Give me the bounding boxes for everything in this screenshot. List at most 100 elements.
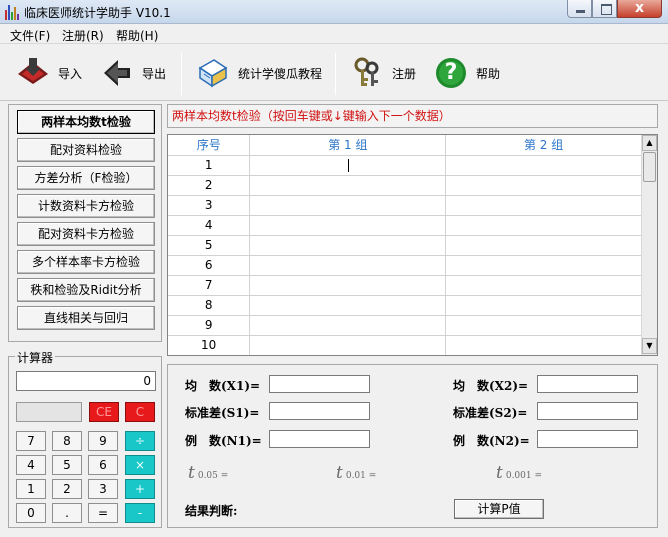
table-row: 5 [168,235,642,256]
calc-key-3[interactable]: 3 [88,479,118,499]
text-caret [348,159,350,172]
column-header-group2: 第 2 组 [445,135,642,156]
sd2-label: 标准差(S2)= [453,406,528,420]
nav-count-chi-square[interactable]: 计数资料卡方检验 [17,194,155,218]
table-row: 6 [168,255,642,276]
help-icon: ? [434,56,468,90]
mean1-field[interactable] [269,375,370,393]
group2-cell[interactable] [445,255,642,276]
calc-dot-button[interactable]: . [52,503,82,523]
tutorial-button[interactable]: 统计学傻瓜教程 [196,55,322,91]
menu-file[interactable]: 文件(F) [10,27,50,44]
title-bar: 临床医师统计学助手 V10.1 x [0,0,668,24]
group1-cell[interactable] [249,195,447,216]
n1-field[interactable] [269,430,370,448]
import-label: 导入 [58,66,83,81]
group2-cell[interactable] [445,175,642,196]
nav-anova[interactable]: 方差分析（F检验） [17,166,155,190]
book-icon [196,56,230,90]
group2-cell[interactable] [445,195,642,216]
scroll-thumb[interactable] [643,152,656,182]
mean2-label: 均 数(X2)= [453,379,529,393]
group1-cell[interactable] [249,175,447,196]
nav-two-sample-t-test[interactable]: 两样本均数t检验 [17,110,155,134]
grid-instruction: 两样本均数t检验（按回车键或↓键输入下一个数据） [167,104,658,128]
calc-divide-button[interactable]: ÷ [125,431,155,451]
calc-subtract-button[interactable]: - [125,503,155,523]
minimize-button[interactable] [567,0,592,18]
calc-key-1[interactable]: 1 [16,479,46,499]
calculator-memory [16,402,82,422]
group2-cell[interactable] [445,335,642,355]
calc-ce-button[interactable]: CE [89,402,119,422]
group1-cell[interactable] [249,275,447,296]
scroll-down-arrow[interactable]: ▼ [642,338,657,354]
row-index: 10 [168,335,251,355]
sd1-label: 标准差(S1)= [185,406,260,420]
calc-key-4[interactable]: 4 [16,455,46,475]
calc-equals-button[interactable]: = [88,503,118,523]
group1-cell[interactable] [249,335,447,355]
group2-cell[interactable] [445,275,642,296]
group2-cell[interactable] [445,315,642,336]
n2-field[interactable] [537,430,638,448]
row-index: 3 [168,195,251,216]
group1-cell[interactable] [249,295,447,316]
group1-cell[interactable] [249,315,447,336]
calculate-p-button[interactable]: 计算P值 [454,499,544,519]
nav-multi-rate-chi-square[interactable]: 多个样本率卡方检验 [17,250,155,274]
row-index: 6 [168,255,251,276]
export-icon [100,56,134,90]
group1-cell[interactable] [249,215,447,236]
group2-cell[interactable] [445,235,642,256]
keys-icon [350,56,384,90]
mean2-field[interactable] [537,375,638,393]
row-index: 9 [168,315,251,336]
calc-key-5[interactable]: 5 [52,455,82,475]
nav-paired-test[interactable]: 配对资料检验 [17,138,155,162]
group2-cell[interactable] [445,295,642,316]
data-table: 序号 第 1 组 第 2 组 1 2 3 4 5 6 7 8 9 10 [168,135,642,355]
calc-key-6[interactable]: 6 [88,455,118,475]
calc-c-button[interactable]: C [125,402,155,422]
t-critical-001: t 0.01 = [336,463,377,483]
close-button[interactable]: x [617,0,662,18]
import-button[interactable]: 导入 [16,55,82,91]
group1-cell[interactable] [249,255,447,276]
calc-key-2[interactable]: 2 [52,479,82,499]
group2-cell[interactable] [445,215,642,236]
calc-multiply-button[interactable]: × [125,455,155,475]
help-glyph: ? [444,60,458,85]
calc-key-7[interactable]: 7 [16,431,46,451]
row-index: 8 [168,295,251,316]
nav-paired-chi-square[interactable]: 配对资料卡方检验 [17,222,155,246]
calc-key-9[interactable]: 9 [88,431,118,451]
register-button[interactable]: 注册 [350,55,416,91]
group1-cell[interactable] [249,155,447,176]
row-index: 7 [168,275,251,296]
tutorial-label: 统计学傻瓜教程 [238,66,323,81]
toolbar-separator [335,53,336,95]
group1-cell[interactable] [249,235,447,256]
table-row: 9 [168,315,642,336]
calc-key-0[interactable]: 0 [16,503,46,523]
help-button[interactable]: ? 帮助 [434,55,500,91]
group2-cell[interactable] [445,155,642,176]
calc-key-8[interactable]: 8 [52,431,82,451]
table-row: 7 [168,275,642,296]
menu-bar: 文件(F) 注册(R) 帮助(H) [0,24,668,44]
menu-help[interactable]: 帮助(H) [116,27,158,44]
sd2-field[interactable] [537,402,638,420]
nav-correlation-regression[interactable]: 直线相关与回归 [17,306,155,330]
vertical-scrollbar[interactable]: ▲ ▼ [641,135,657,355]
nav-rank-sum-ridit[interactable]: 秩和检验及Ridit分析 [17,278,155,302]
export-button[interactable]: 导出 [100,55,166,91]
scroll-up-arrow[interactable]: ▲ [642,135,657,151]
t-critical-005: t 0.05 = [188,463,229,483]
maximize-button[interactable] [592,0,617,18]
sd1-field[interactable] [269,402,370,420]
calc-add-button[interactable]: + [125,479,155,499]
t-critical-0001: t 0.001 = [496,463,543,483]
menu-register[interactable]: 注册(R) [62,27,104,44]
data-grid: 序号 第 1 组 第 2 组 1 2 3 4 5 6 7 8 9 10 ▲ ▼ [167,134,658,356]
